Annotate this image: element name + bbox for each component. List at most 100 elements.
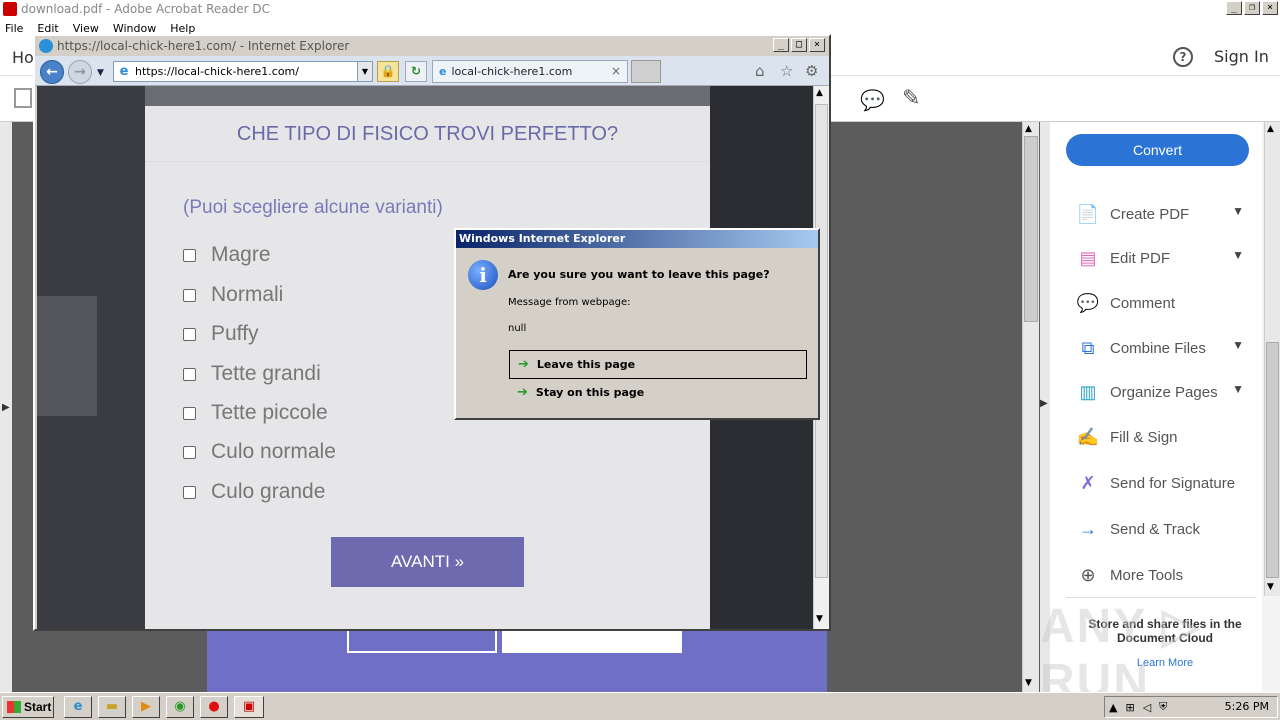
edit-pdf-icon: ▤ — [1079, 248, 1097, 268]
chevron-down-icon[interactable]: ▼ — [1232, 248, 1244, 262]
close-icon[interactable]: × — [611, 64, 621, 78]
scroll-down-arrow-icon[interactable]: ▼ — [1025, 678, 1032, 688]
taskbar-folder-icon[interactable]: ▬ — [98, 696, 126, 718]
quiz-option[interactable]: Magre — [183, 242, 271, 268]
home-icon[interactable]: ⌂ — [755, 62, 765, 80]
tools-pane-scroll-thumb[interactable] — [1266, 342, 1279, 578]
document-scrollbar[interactable]: ▲ ▼ — [1022, 122, 1039, 692]
chevron-down-icon[interactable]: ▼ — [1232, 382, 1244, 396]
menu-help[interactable]: Help — [170, 22, 195, 35]
chevron-down-icon[interactable]: ▼ — [1232, 338, 1244, 352]
quiz-option[interactable]: Culo normale — [183, 439, 336, 465]
leave-page-button[interactable]: ➔ Leave this page — [509, 350, 807, 379]
checkbox[interactable] — [183, 248, 196, 262]
quiz-option[interactable]: Puffy — [183, 321, 258, 347]
tool-create-pdf[interactable]: 📄 Create PDF ▼ — [1076, 200, 1256, 228]
scroll-up-arrow-icon[interactable]: ▲ — [1025, 124, 1032, 134]
tool-edit-pdf[interactable]: ▤ Edit PDF ▼ — [1076, 244, 1256, 272]
document-scroll-thumb[interactable] — [1024, 136, 1038, 322]
quiz-option[interactable]: Tette grandi — [183, 361, 321, 387]
ie-tab-icon: e — [439, 65, 447, 78]
new-tab-button[interactable] — [631, 60, 661, 83]
scroll-up-arrow-icon[interactable]: ▲ — [1267, 124, 1274, 134]
taskbar-chrome-icon[interactable]: ◉ — [166, 696, 194, 718]
quiz-option-label: Magre — [211, 243, 271, 266]
tool-combine-files[interactable]: ⧉ Combine Files ▼ — [1076, 334, 1256, 362]
sign-in-link[interactable]: Sign In — [1214, 47, 1269, 66]
checkbox[interactable] — [183, 445, 196, 459]
start-label: Start — [24, 700, 52, 714]
ie-title-text: https://local-chick-here1.com/ - Interne… — [57, 39, 350, 53]
checkbox[interactable] — [183, 288, 196, 302]
address-dropdown-icon[interactable]: ▼ — [357, 61, 373, 82]
start-button[interactable]: Start — [2, 696, 54, 718]
send-track-icon: → — [1079, 519, 1097, 539]
next-button[interactable]: AVANTI » — [331, 537, 524, 587]
system-tray: ▲ ⊞ ◁ ⛨ 5:26 PM — [1104, 696, 1278, 718]
menu-window[interactable]: Window — [113, 22, 156, 35]
menu-view[interactable]: View — [73, 22, 99, 35]
refresh-icon[interactable]: ↻ — [405, 61, 427, 82]
quiz-option[interactable]: Culo grande — [183, 479, 325, 505]
collapse-tools-pane-icon[interactable]: ▶ — [1040, 398, 1048, 409]
tool-label: Create PDF — [1110, 205, 1190, 223]
menu-file[interactable]: File — [5, 22, 23, 35]
network-icon[interactable]: ⊞ — [1125, 701, 1134, 714]
tool-label: Edit PDF — [1110, 249, 1171, 267]
forward-button[interactable]: → — [68, 60, 92, 84]
favorites-star-icon[interactable]: ☆ — [780, 62, 793, 80]
acrobat-restore-button[interactable]: ❐ — [1244, 1, 1260, 15]
taskbar-media-icon[interactable]: ▶ — [132, 696, 160, 718]
scroll-down-arrow-icon[interactable]: ▼ — [1267, 582, 1274, 592]
tray-arrow-icon[interactable]: ▲ — [1109, 701, 1117, 714]
quiz-option[interactable]: Normali — [183, 282, 283, 308]
expand-left-pane-icon[interactable]: ▶ — [2, 402, 10, 413]
checkbox[interactable] — [183, 367, 196, 381]
tool-label: Fill & Sign — [1110, 428, 1178, 446]
tool-organize-pages[interactable]: ▥ Organize Pages ▼ — [1076, 378, 1256, 406]
ie-maximize-button[interactable]: □ — [791, 38, 807, 52]
highlight-pen-icon[interactable]: ✎ — [902, 86, 920, 111]
gear-icon[interactable]: ⚙ — [805, 62, 818, 80]
ie-minimize-button[interactable]: _ — [773, 38, 789, 52]
tab-home[interactable]: Ho — [12, 48, 34, 67]
checkbox[interactable] — [183, 485, 196, 499]
address-input[interactable] — [135, 65, 335, 78]
ie-tab[interactable]: e local-chick-here1.com × — [432, 60, 628, 83]
acrobat-title-bar: download.pdf - Adobe Acrobat Reader DC _… — [0, 0, 1280, 18]
scroll-down-arrow-icon[interactable]: ▼ — [816, 614, 823, 624]
tool-fill-sign[interactable]: ✍ Fill & Sign — [1076, 423, 1256, 451]
volume-icon[interactable]: ◁ — [1143, 701, 1151, 714]
tool-comment[interactable]: 💬 Comment — [1076, 289, 1256, 317]
checkbox[interactable] — [183, 406, 196, 420]
comment-tool-icon[interactable]: 💬 — [860, 88, 885, 112]
taskbar-acrobat-icon[interactable]: ▣ — [234, 696, 264, 718]
clock: 5:26 PM — [1224, 700, 1269, 713]
menu-edit[interactable]: Edit — [37, 22, 58, 35]
quiz-option[interactable]: Tette piccole — [183, 400, 328, 426]
address-bar[interactable]: e ⚲ — [113, 61, 373, 82]
tool-send-for-signature[interactable]: ✗ Send for Signature — [1076, 469, 1256, 497]
tools-pane-scrollbar[interactable]: ▲ ▼ — [1264, 122, 1280, 596]
scroll-up-arrow-icon[interactable]: ▲ — [816, 88, 823, 98]
stay-on-page-button[interactable]: ➔ Stay on this page — [509, 378, 807, 407]
back-button[interactable]: ← — [40, 60, 64, 84]
taskbar-opera-icon[interactable]: ● — [200, 696, 228, 718]
acrobat-minimize-button[interactable]: _ — [1226, 1, 1242, 15]
taskbar-ie-icon[interactable]: e — [64, 696, 92, 718]
lock-icon[interactable]: 🔒 — [377, 61, 399, 82]
acrobat-close-button[interactable]: × — [1262, 1, 1278, 15]
dialog-title: Windows Internet Explorer — [456, 230, 818, 248]
green-arrow-icon: ➔ — [518, 357, 529, 372]
history-dropdown-icon[interactable]: ▼ — [97, 68, 104, 78]
save-icon[interactable] — [14, 88, 32, 108]
tool-more-tools[interactable]: ⊕ More Tools — [1076, 561, 1256, 589]
tool-send-track[interactable]: → Send & Track — [1076, 515, 1256, 543]
ie-navigation-bar: ← → ▼ e ⚲ ▼ 🔒 ↻ e local-chick-here1.com … — [35, 56, 829, 86]
convert-button[interactable]: Convert — [1066, 134, 1249, 166]
help-icon[interactable]: ? — [1173, 47, 1193, 67]
security-icon[interactable]: ⛨ — [1159, 700, 1167, 714]
chevron-down-icon[interactable]: ▼ — [1232, 204, 1244, 218]
ie-close-button[interactable]: × — [809, 38, 825, 52]
checkbox[interactable] — [183, 327, 196, 341]
